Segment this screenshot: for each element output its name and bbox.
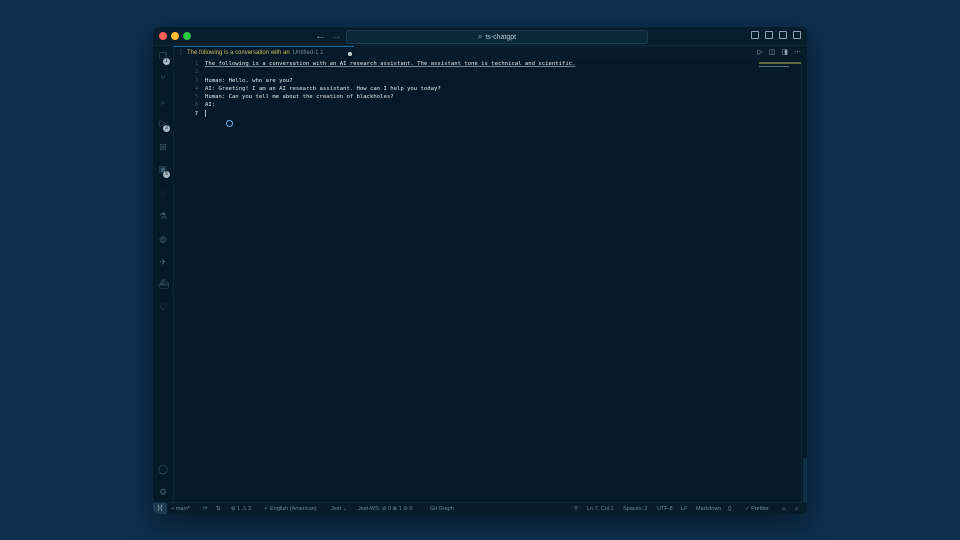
line-number: 3 <box>194 77 198 84</box>
encoding-status[interactable]: UTF-8 <box>657 503 673 514</box>
problems-status[interactable]: ⊗ 1 ⚠ 3 <box>231 503 251 514</box>
split-editor-icon[interactable]: ◨ <box>781 48 788 56</box>
branch-name: main* <box>175 506 190 512</box>
code-line[interactable]: AI: Greeting! I am an AI research assist… <box>205 85 765 93</box>
toggle-panel-icon[interactable] <box>765 31 773 39</box>
copilot-icon[interactable]: ⚲ <box>574 503 578 514</box>
language-tool-label: English (American) <box>270 506 317 512</box>
minimize-window-button[interactable] <box>171 32 179 40</box>
scrollbar-thumb[interactable] <box>803 458 807 502</box>
line-number: 1 <box>194 61 198 67</box>
feedback-icon[interactable]: ☺ <box>781 503 787 514</box>
github-icon[interactable]: ◍ <box>158 234 168 244</box>
line-number-gutter: 1 2 3 4 5 6 7 <box>174 60 198 118</box>
eol-status[interactable]: LF <box>681 503 687 514</box>
vertical-scrollbar[interactable] <box>801 60 807 502</box>
maximize-window-button[interactable] <box>183 32 191 40</box>
text-editor[interactable]: 1 2 3 4 5 6 7 The following is a convers… <box>174 60 807 502</box>
remote-indicator-icon[interactable]: ⟩⟨ <box>153 503 167 514</box>
code-line[interactable] <box>205 110 765 118</box>
format-icon[interactable]: {} <box>728 503 732 514</box>
status-bar: ⟩⟨ ⑂ main* ⟳ ⇅ ⊗ 1 ⚠ 3 ✓ English (Americ… <box>153 502 807 514</box>
code-line[interactable] <box>205 68 765 76</box>
text-cursor <box>205 110 206 117</box>
minimap[interactable] <box>759 62 807 68</box>
live-share-icon[interactable]: ⇅ <box>216 503 221 514</box>
jest-status[interactable]: Jest ⌄ <box>331 503 347 514</box>
close-window-button[interactable] <box>159 32 167 40</box>
branch-status[interactable]: ⑂ main* <box>171 503 190 514</box>
cursor-position[interactable]: Ln 7, Col 1 <box>587 503 614 514</box>
extensions-icon[interactable]: ⊞ <box>158 142 168 152</box>
sync-icon[interactable]: ⟳ <box>203 503 208 514</box>
prettier-status[interactable]: ✓ Prettier <box>745 503 769 514</box>
code-line[interactable]: Human: Can you tell me about the creatio… <box>205 93 765 101</box>
settings-gear-icon[interactable]: ⚙ <box>158 487 168 497</box>
bird-icon[interactable]: ✈ <box>158 257 168 267</box>
code-line[interactable]: The following is a conversation with an … <box>205 60 765 68</box>
notifications-bell-icon[interactable]: ♫ <box>794 503 798 514</box>
git-graph-button[interactable]: Git Graph <box>430 503 454 514</box>
tab-bar: ⋮ The following is a conversation with an… <box>174 46 807 60</box>
search-icon[interactable]: ⌕ <box>158 97 168 107</box>
code-line[interactable]: Human: Hello, who are you? <box>205 77 765 85</box>
minimap-line <box>759 66 789 67</box>
language-tool-status[interactable]: ✓ English (American) <box>264 503 317 514</box>
line-number: 4 <box>194 85 198 92</box>
code-area[interactable]: The following is a conversation with an … <box>205 60 765 118</box>
tab-title: The following is a conversation with an <box>187 50 290 56</box>
workspace-name: ts-chatgpt <box>485 34 517 41</box>
explorer-badge: 1 <box>163 58 170 65</box>
customize-layout-icon[interactable] <box>793 31 801 39</box>
tab-untitled-1[interactable]: ⋮ The following is a conversation with an… <box>174 46 354 60</box>
minimap-line <box>759 62 807 64</box>
extensions-badge: 5 <box>163 171 170 178</box>
docker-icon[interactable]: ⛴ <box>158 279 169 289</box>
unsaved-dot-icon[interactable] <box>348 52 352 56</box>
toggle-secondary-sidebar-icon[interactable] <box>779 31 787 39</box>
search-icon: ⌕ <box>477 32 483 41</box>
current-line-number: 7 <box>194 110 198 117</box>
language-mode[interactable]: Markdown <box>696 503 721 514</box>
line-number: 2 <box>194 69 198 76</box>
line-number: 5 <box>194 94 198 101</box>
line-number: 6 <box>194 102 198 109</box>
jest-ws-status[interactable]: Jest-WS: ⊘ 0 ⊗ 1 ⊘ 0 <box>358 503 412 514</box>
forward-arrow-icon[interactable]: → <box>331 29 342 43</box>
open-preview-icon[interactable]: ◫ <box>769 48 776 56</box>
testing-icon[interactable]: ⚗ <box>158 211 168 221</box>
code-line[interactable]: AI: <box>205 101 765 109</box>
run-icon[interactable]: ▷ <box>757 48 762 56</box>
markdown-file-icon: ⋮ <box>178 50 184 56</box>
source-control-badge: 3 <box>163 125 170 132</box>
activity-bar: ❐ 1 ⑂ ⌕ ▷ 3 ⊞ ▣ 5 ◌ ⚗ ◍ ✈ ⛴ ♡ ◯ ⚙ <box>153 46 174 502</box>
editor-window: ← → ⌕ ts-chatgpt ❐ 1 ⑂ ⌕ ▷ 3 ⊞ ▣ 5 ◌ ⚗ ◍ … <box>153 27 807 514</box>
heart-icon[interactable]: ♡ <box>158 302 168 312</box>
back-arrow-icon[interactable]: ← <box>315 29 326 43</box>
jest-label: Jest <box>331 506 342 512</box>
more-actions-icon[interactable]: ⋯ <box>794 48 801 56</box>
source-control-icon[interactable]: ⑂ <box>158 73 168 83</box>
account-icon[interactable]: ◯ <box>158 464 168 474</box>
chat-icon[interactable]: ◌ <box>158 188 168 198</box>
indentation-status[interactable]: Spaces: 2 <box>623 503 647 514</box>
layout-controls <box>751 31 801 39</box>
command-center-search[interactable]: ⌕ ts-chatgpt <box>346 30 648 44</box>
tab-meta: Untitled-1 1 <box>292 50 324 56</box>
toggle-primary-sidebar-icon[interactable] <box>751 31 759 39</box>
mouse-pointer-indicator <box>226 120 233 127</box>
title-bar: ← → ⌕ ts-chatgpt <box>153 27 807 46</box>
editor-actions: ▷ ◫ ◨ ⋯ <box>757 48 801 56</box>
